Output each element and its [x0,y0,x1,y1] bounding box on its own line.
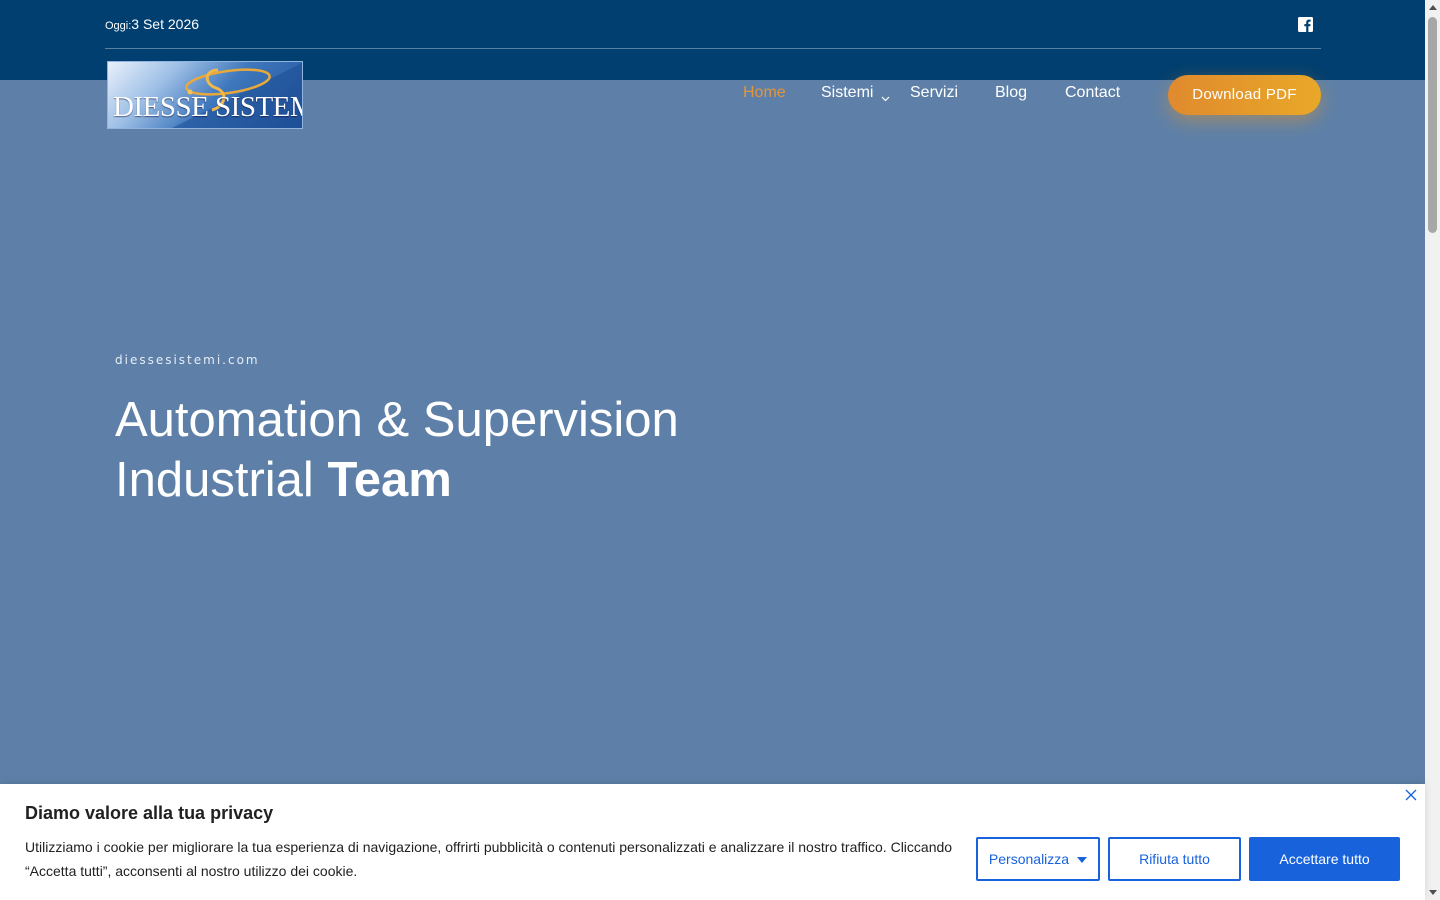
date-value: 3 Set 2026 [131,16,200,32]
cookie-title: Diamo valore alla tua privacy [25,803,274,823]
cookie-banner: Diamo valore alla tua privacy Utilizziam… [0,784,1425,900]
scroll-up-arrow-icon[interactable] [1429,5,1437,10]
site-logo[interactable]: DIESSE SISTEMI [107,61,303,129]
nav-item-servizi[interactable]: Servizi [910,84,958,102]
nav-item-blog[interactable]: Blog [995,84,1027,102]
hero-title: Automation & Supervision Industrial Team [115,390,679,510]
close-icon[interactable] [1404,787,1418,801]
date-label: Oggi: [105,20,132,32]
chevron-down-icon[interactable] [881,89,890,102]
customize-button[interactable]: Personalizza [976,837,1100,881]
top-bar-inner: Oggi:3 Set 2026 [105,0,1321,49]
caret-down-icon [1077,857,1088,863]
nav-item-contact[interactable]: Contact [1065,84,1120,102]
customize-label: Personalizza [988,851,1070,867]
nav-item-sistemi[interactable]: Sistemi [821,84,873,102]
download-pdf-button[interactable]: Download PDF [1168,75,1321,115]
cookie-text: Utilizziamo i cookie per migliorare la t… [25,839,953,879]
accept-all-button[interactable]: Accettare tutto [1249,837,1400,881]
hero-title-line2-regular: Industrial [115,453,328,507]
scroll-down-arrow-icon[interactable] [1429,890,1437,895]
hero-title-line2-bold: Team [327,453,452,507]
facebook-icon[interactable] [1298,17,1313,32]
page-scrollbar[interactable] [1425,0,1440,900]
hero-title-line1: Automation & Supervision [115,393,679,447]
logo-text: DIESSE SISTEMI [113,91,302,123]
scroll-thumb[interactable] [1428,17,1437,233]
reject-all-button[interactable]: Rifiuta tutto [1108,837,1241,881]
hero-kicker: diessesistemi.com [115,353,260,367]
nav-item-home[interactable]: Home [743,84,786,102]
today-date: Oggi:3 Set 2026 [105,16,199,32]
